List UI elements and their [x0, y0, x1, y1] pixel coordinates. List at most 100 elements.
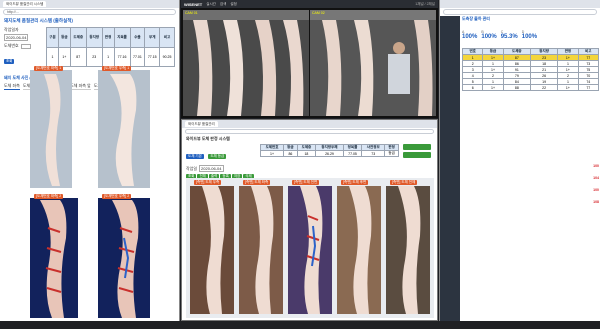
summary-cell: 1	[46, 46, 59, 67]
mid-date-value[interactable]: 2020-06-04	[199, 165, 224, 172]
side-value: 100	[593, 188, 599, 192]
mid-table-cell: 26.29	[315, 150, 344, 157]
mid-photo-caption: [측면] 도체 좌측	[243, 180, 271, 185]
right-table-cell: 88	[502, 84, 531, 91]
right-side-values: 100 104 100 108	[577, 164, 599, 212]
cam-label-2: CAM 02	[312, 11, 325, 15]
menu-settings[interactable]: 설정	[230, 2, 236, 7]
side-value: 104	[593, 176, 599, 180]
summary-header: 지육률	[113, 27, 131, 48]
date-field[interactable]: 2020-06-04	[4, 34, 29, 41]
summary-header: 등지방	[85, 27, 103, 48]
no-field[interactable]	[20, 43, 31, 49]
summary-cell: 23	[85, 46, 103, 67]
summary-cell: 90.25	[159, 46, 175, 67]
summary-header: 비고	[159, 27, 175, 48]
photo-caption-1: [도체번호 좌측] 1	[34, 66, 64, 71]
right-sidebar	[440, 16, 460, 321]
mid-print-button[interactable]	[403, 144, 431, 150]
wisenet-logo: WISENET	[184, 1, 203, 7]
page-title: 돼지도체 품질관리 시스템 (출하실적)	[4, 18, 73, 23]
carcass-photo-4	[98, 198, 150, 318]
right-table-cell: 77	[577, 84, 600, 91]
mid-address-bar[interactable]	[185, 129, 434, 134]
address-bar[interactable]: http://...	[3, 9, 176, 15]
no-label: 도체번호	[4, 43, 19, 48]
photo-subtab[interactable]: 도체 좌측 앞	[70, 83, 91, 90]
mid-carcass-photo	[288, 186, 332, 314]
browser-tab[interactable]: 와이드뷰 품질관리 시스템	[3, 1, 47, 7]
mid-page-title: 와이드뷰 도체 판정 시스템	[186, 136, 230, 141]
right-grade-table: 번호 등급 도체중 등지방 판정 비고 1 1+ 87 23 1+ 77 2 1 86 18 1 73 3 1+ 91…	[461, 48, 600, 91]
menu-search[interactable]: 검색	[220, 2, 226, 7]
kpi-value: 100%	[462, 34, 478, 40]
right-window: 도축장 출하 관리 A 100% B 100% C 95.3% D 100% 번호 등급 도체중 등…	[439, 0, 600, 321]
kpi-value: 95.3%	[500, 34, 518, 40]
photo-subtab[interactable]: 도체 좌측	[4, 83, 20, 90]
summary-cell: 1+	[57, 46, 71, 67]
mid-table-cell: 18	[296, 150, 317, 157]
kpi-card: B 100%	[481, 30, 496, 40]
mid-browser-window: 와이드뷰 품질관리 와이드뷰 도체 판정 시스템 도체 기본 도체 등급 작업일…	[181, 119, 438, 321]
mid-grade-table: 도체번호 등급 도체중 등지방두께 정육률 사전정보 판정 1+ 86 18 26.29 77.05…	[259, 144, 399, 157]
right-tab-strip	[440, 0, 600, 8]
summary-header: 등급	[57, 27, 71, 48]
summary-cell: 77.15	[144, 46, 161, 67]
kpi-card: A 100%	[462, 30, 477, 40]
right-title: 도축장 출하 관리	[462, 16, 490, 21]
table-row[interactable]: 6 1+ 88 22 1+ 77	[461, 84, 600, 91]
basic-tab[interactable]: 도체 기본	[186, 154, 204, 159]
summary-header: 구분	[46, 27, 59, 48]
summary-header: 판정	[101, 27, 115, 48]
mid-table-cell: 86	[283, 150, 298, 157]
photo-caption-4: [도체번호 우측] 2	[102, 194, 132, 199]
kpi-card: C 95.3%	[501, 30, 518, 40]
mid-photo-caption: [측면] 도체 후면	[341, 180, 369, 185]
taskbar	[0, 321, 600, 329]
carcass-photo-1	[30, 70, 72, 188]
right-address-bar[interactable]	[443, 9, 597, 15]
summary-cell: 1	[101, 46, 115, 67]
photo-caption-3: [도체번호 좌측] 2	[34, 194, 64, 199]
cam-label-1: CAM 01	[185, 11, 198, 15]
summary-header: 수율	[129, 27, 146, 48]
camera-feed-1[interactable]: CAM 01	[183, 10, 309, 116]
tab-strip: 와이드뷰 품질관리 시스템	[0, 0, 179, 8]
carcass-photo-2	[98, 70, 150, 188]
side-value: 108	[593, 200, 599, 204]
mid-carcass-photo	[239, 186, 283, 314]
summary-header: 무게	[144, 27, 161, 48]
mid-carcass-photo	[337, 186, 381, 314]
summary-header: 도체중	[69, 27, 87, 48]
menu-live[interactable]: 실시간	[206, 2, 216, 7]
search-button[interactable]: 조회	[4, 59, 15, 64]
mid-table-cell: 등급	[384, 150, 399, 157]
channel-status: 1채널 / 2채널	[415, 1, 435, 6]
left-browser-window: 와이드뷰 품질관리 시스템 http://... 돼지도체 품질관리 시스템 (…	[0, 0, 180, 321]
summary-cell: 87	[69, 46, 87, 67]
date-label: 작업일자	[4, 27, 19, 32]
mid-tab-strip: 와이드뷰 품질관리	[182, 120, 437, 128]
mid-photo-caption: [측면] 도체 우측	[194, 180, 222, 185]
right-table-cell: 1+	[557, 84, 579, 91]
kpi-value: 100%	[521, 34, 538, 40]
photo-caption-2: [도체번호 우측] 1	[102, 66, 132, 71]
right-table-cell: 6	[461, 84, 484, 91]
right-table-cell: 1+	[482, 84, 504, 91]
grade-tab[interactable]: 도체 등급	[208, 154, 227, 159]
mid-table-cell: 1+	[259, 150, 285, 157]
mid-date-label: 작업일	[186, 165, 198, 171]
kpi-row: A 100% B 100% C 95.3% D 100%	[462, 30, 599, 40]
mid-photo-caption: [측면] 도체 전면	[292, 180, 320, 185]
kpi-value: 100%	[481, 34, 497, 40]
mid-table-cell: 73	[361, 150, 386, 157]
summary-table: 구분 등급 도체중 등지방 판정 지육률 수율 무게 비고 1 1+ 87 23 1 77.16 77.01…	[46, 27, 175, 67]
mid-table-cell: 77.05	[342, 150, 363, 157]
mid-photo-caption: [측면] 도체 전체	[390, 180, 418, 185]
side-value: 100	[593, 164, 599, 168]
kpi-card: D 100%	[522, 30, 537, 40]
camera-feed-2[interactable]: CAM 02	[310, 10, 436, 116]
summary-cell: 77.16	[113, 46, 131, 67]
mid-browser-tab[interactable]: 와이드뷰 품질관리	[185, 121, 218, 127]
mid-save-button[interactable]	[403, 152, 431, 158]
